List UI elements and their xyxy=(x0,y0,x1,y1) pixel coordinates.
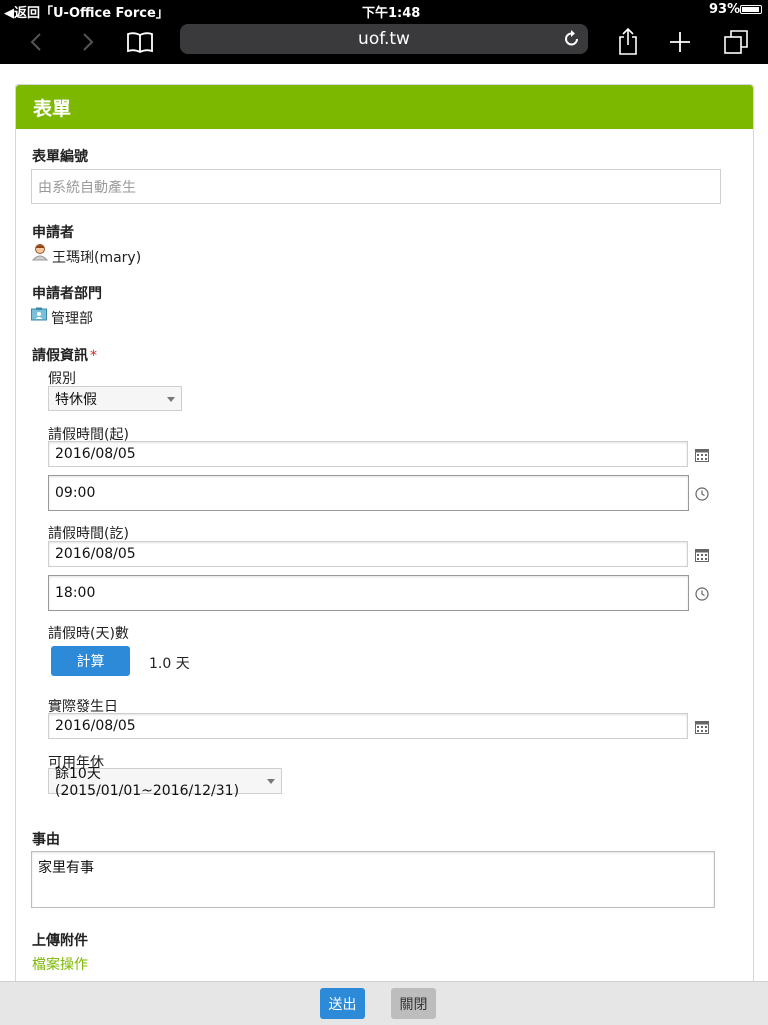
calculate-button[interactable]: 計算 xyxy=(51,646,130,676)
user-avatar-icon xyxy=(31,243,49,261)
leave-info-label: 請假資訊 * xyxy=(32,348,97,364)
dropdown-caret-icon xyxy=(267,779,275,784)
battery-icon xyxy=(740,5,762,14)
end-date-field[interactable]: 2016/08/05 xyxy=(48,541,688,567)
department-name: 管理部 xyxy=(51,311,93,327)
end-date-value: 2016/08/05 xyxy=(55,546,136,562)
share-icon[interactable] xyxy=(614,20,642,64)
calendar-icon[interactable] xyxy=(695,447,711,463)
leave-type-select[interactable]: 特休假 xyxy=(48,386,182,411)
forward-icon[interactable] xyxy=(74,20,102,64)
dropdown-caret-icon xyxy=(167,396,175,402)
back-to-app[interactable]: ◀返回「U-Office Force」 xyxy=(4,2,169,21)
form-header: 表單 xyxy=(16,85,753,129)
end-time-value: 18:00 xyxy=(55,585,96,601)
end-label: 請假時間(訖) xyxy=(48,526,129,542)
occur-date-field[interactable]: 2016/08/05 xyxy=(48,713,688,739)
annual-leave-value: 餘10天 (2015/01/01~2016/12/31) xyxy=(55,766,240,799)
reason-value: 家里有事 xyxy=(38,860,94,876)
start-time-field[interactable]: 09:00 xyxy=(48,475,689,511)
form-title: 表單 xyxy=(33,98,72,120)
url-text: uof.tw xyxy=(358,29,410,49)
action-bar: 送出 關閉 xyxy=(0,981,768,1025)
annual-leave-select[interactable]: 餘10天 (2015/01/01~2016/12/31) xyxy=(48,766,282,799)
clock: 下午1:48 xyxy=(362,6,421,21)
clock-icon[interactable] xyxy=(695,586,711,602)
calendar-icon[interactable] xyxy=(695,547,711,563)
back-icon[interactable] xyxy=(22,20,50,64)
bookmarks-icon[interactable] xyxy=(124,20,156,64)
form-number-placeholder: 由系統自動產生 xyxy=(38,179,136,196)
occur-date-value: 2016/08/05 xyxy=(55,718,136,734)
battery-percent: 93% xyxy=(709,2,741,17)
leave-type-value: 特休假 xyxy=(55,391,97,408)
clock-icon[interactable] xyxy=(695,486,711,502)
applicant-label: 申請者 xyxy=(32,225,74,241)
status-bar: ◀返回「U-Office Force」 下午1:48 93% xyxy=(0,0,768,21)
tabs-icon[interactable] xyxy=(720,20,752,64)
start-time-value: 09:00 xyxy=(55,485,96,501)
new-tab-icon[interactable] xyxy=(666,20,694,64)
close-button[interactable]: 關閉 xyxy=(391,988,436,1019)
calendar-icon[interactable] xyxy=(695,719,711,735)
browser-toolbar: uof.tw xyxy=(0,20,768,64)
attach-label: 上傳附件 xyxy=(32,933,88,949)
reload-icon[interactable] xyxy=(564,30,580,53)
duration-value: 1.0 天 xyxy=(149,656,190,672)
required-mark: * xyxy=(90,348,97,364)
url-bar[interactable]: uof.tw xyxy=(180,24,588,54)
department-icon xyxy=(31,306,47,321)
reason-textarea[interactable]: 家里有事 xyxy=(31,851,715,908)
form-number-label: 表單編號 xyxy=(32,149,88,165)
leave-type-label: 假別 xyxy=(48,371,76,387)
reason-label: 事由 xyxy=(32,832,60,848)
end-time-field[interactable]: 18:00 xyxy=(48,575,689,611)
applicant-name: 王瑪琍(mary) xyxy=(52,250,142,266)
start-date-field[interactable]: 2016/08/05 xyxy=(48,441,688,467)
submit-button[interactable]: 送出 xyxy=(320,988,365,1019)
file-operation-link[interactable]: 檔案操作 xyxy=(32,954,88,974)
duration-label: 請假時(天)數 xyxy=(48,626,129,642)
department-label: 申請者部門 xyxy=(32,286,102,302)
form-number-field[interactable]: 由系統自動產生 xyxy=(31,169,721,204)
start-date-value: 2016/08/05 xyxy=(55,446,136,462)
